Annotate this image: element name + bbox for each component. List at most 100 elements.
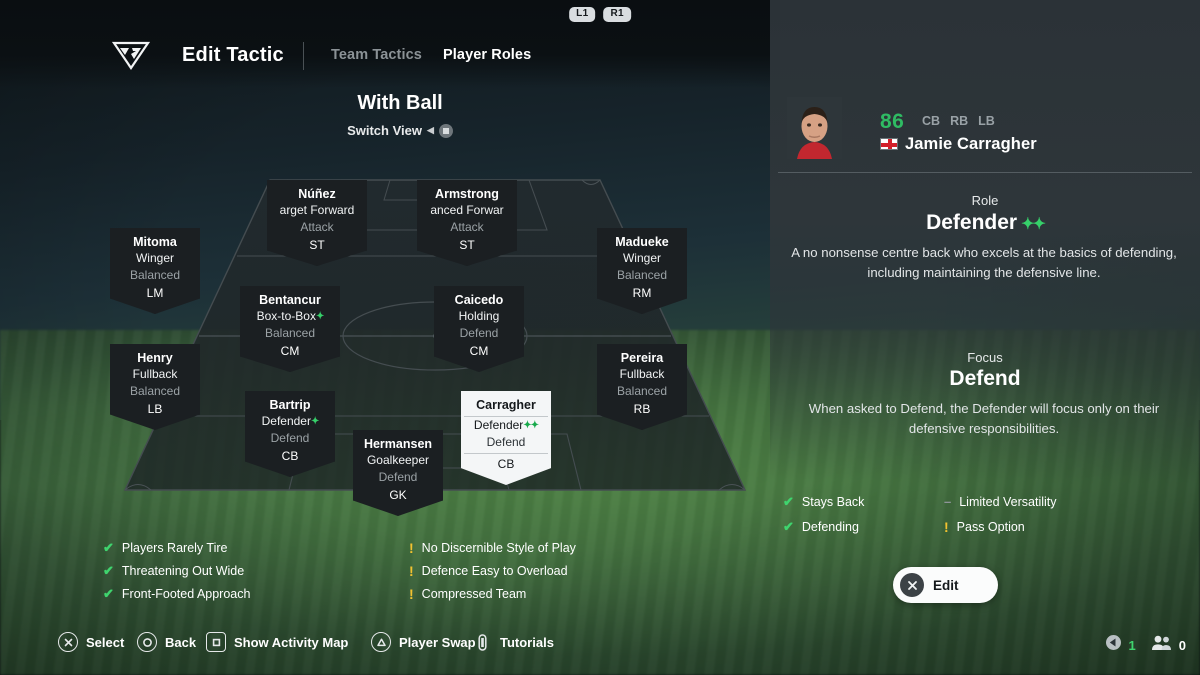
player-role: Box-to-Box✦: [243, 308, 337, 325]
player-name: Armstrong: [435, 187, 499, 201]
player-name: Carragher: [464, 398, 548, 417]
player-position: CB: [281, 449, 299, 463]
player-focus: Attack: [300, 220, 334, 234]
tactic-label: Compressed Team: [421, 587, 527, 601]
player-card-nunez[interactable]: Núñez arget Forward Attack ST: [267, 180, 367, 266]
player-card-carragher[interactable]: Carragher Defender✦✦ Defend CB: [461, 391, 551, 485]
player-position: CM: [280, 344, 300, 358]
check-icon: ✔: [783, 494, 794, 509]
player-name: Caicedo: [454, 293, 504, 307]
player-position: LM: [146, 286, 164, 300]
trait-label: Defending: [801, 520, 859, 534]
player-card-bartrip[interactable]: Bartrip Defender✦ Defend CB: [245, 391, 335, 477]
triangle-button-icon: [371, 632, 391, 652]
check-icon: ✔: [783, 519, 794, 534]
player-role: arget Forward: [279, 203, 355, 217]
player-name: Bartrip: [269, 398, 311, 412]
hint-tutorials[interactable]: Tutorials: [472, 632, 554, 652]
role-plus-icon: ✦: [315, 311, 324, 322]
player-name: Hermansen: [363, 437, 433, 451]
player-position: RB: [633, 402, 651, 416]
player-card-pereira[interactable]: Pereira Fullback Balanced RB: [597, 344, 687, 430]
trait-defending: ✔ Defending: [783, 519, 859, 535]
player-name: Núñez: [298, 187, 336, 201]
tab-player-roles[interactable]: Player Roles: [443, 47, 531, 63]
role-plus-icon: ✦: [310, 416, 319, 427]
player-full-name: Jamie Carragher: [905, 135, 1037, 153]
bumper-r1[interactable]: R1: [603, 7, 631, 22]
hint-label: Show Activity Map: [234, 634, 349, 650]
edit-button-label: Edit: [933, 577, 959, 593]
player-focus: Balanced: [129, 268, 181, 282]
role-value-text: Defender: [926, 211, 1018, 234]
player-role: anced Forwar: [430, 203, 504, 217]
switch-view-button[interactable]: Switch View ◀: [0, 123, 800, 138]
bumper-hints: L1 R1: [569, 7, 631, 22]
role-description: A no nonsense centre back who excels at …: [791, 245, 1177, 280]
player-card-madueke[interactable]: Madueke Winger Balanced RM: [597, 228, 687, 314]
player-focus: Defend: [378, 470, 418, 484]
tactic-label: Threatening Out Wide: [121, 564, 245, 578]
tactic-positive-2: ✔ Threatening Out Wide: [103, 563, 244, 579]
check-icon: ✔: [103, 540, 114, 555]
player-role: Winger: [622, 251, 661, 265]
player-focus: Defend: [459, 326, 499, 340]
circle-button-icon: [137, 632, 157, 652]
role-plus-icon: ✦✦: [523, 420, 539, 431]
tactic-label: Players Rarely Tire: [121, 541, 228, 555]
hint-select[interactable]: Select: [58, 632, 124, 652]
role-plus-icon: ✦✦: [1021, 216, 1046, 233]
focus-label: Focus: [967, 350, 1003, 365]
role-label: Role: [971, 193, 999, 208]
options-button-icon: [472, 632, 492, 652]
player-card-hermansen[interactable]: Hermansen Goalkeeper Defend GK: [353, 430, 443, 516]
player-card-caicedo[interactable]: Caicedo Holding Defend CM: [434, 286, 524, 372]
tactic-warning-3: ! Compressed Team: [409, 586, 526, 602]
player-focus: Defend: [270, 431, 310, 445]
tactic-warning-2: ! Defence Easy to Overload: [409, 563, 568, 579]
nav-divider: [303, 42, 304, 70]
hint-show-activity-map[interactable]: Show Activity Map: [206, 632, 348, 652]
page-title: Edit Tactic: [182, 44, 284, 66]
warning-icon: !: [409, 586, 414, 602]
player-role: Defender✦✦: [464, 417, 548, 434]
player-focus: Balanced: [616, 384, 668, 398]
panel-divider: [778, 172, 1192, 173]
player-focus: Attack: [450, 220, 484, 234]
tactic-warning-1: ! No Discernible Style of Play: [409, 540, 576, 556]
player-name: Pereira: [620, 351, 664, 365]
tactic-positive-3: ✔ Front-Footed Approach: [103, 586, 250, 602]
hint-player-swap[interactable]: Player Swap: [371, 632, 476, 652]
warning-icon: !: [944, 519, 949, 535]
player-focus: Balanced: [616, 268, 668, 282]
player-card-armstrong[interactable]: Armstrong anced Forwar Attack ST: [417, 180, 517, 266]
cross-button-icon: [58, 632, 78, 652]
hint-back[interactable]: Back: [137, 632, 196, 652]
player-role: Holding: [458, 309, 500, 323]
player-role: Defender✦: [248, 413, 332, 430]
trait-pass-option: ! Pass Option: [944, 519, 1025, 535]
tab-team-tactics[interactable]: Team Tactics: [331, 47, 422, 63]
player-name: Bentancur: [259, 293, 321, 307]
player-role: Goalkeeper: [366, 453, 430, 467]
tactic-label: No Discernible Style of Play: [421, 541, 576, 555]
tactic-positive-1: ✔ Players Rarely Tire: [103, 540, 228, 556]
player-card-mitoma[interactable]: Mitoma Winger Balanced LM: [110, 228, 200, 314]
focus-value: Defend: [949, 367, 1021, 390]
trait-limited-versatility: – Limited Versatility: [944, 494, 1057, 509]
role-value: Defender ✦✦: [770, 211, 1200, 235]
position-alt-2: LB: [978, 114, 995, 128]
player-name: Mitoma: [133, 235, 177, 249]
player-position: GK: [389, 488, 407, 502]
bumper-l1[interactable]: L1: [569, 7, 596, 22]
player-card-henry[interactable]: Henry Fullback Balanced LB: [110, 344, 200, 430]
hint-label: Player Swap: [399, 634, 476, 650]
player-position: CM: [469, 344, 489, 358]
tactic-label: Front-Footed Approach: [121, 587, 251, 601]
counter-value-2: 0: [1178, 637, 1186, 653]
hint-label: Select: [86, 634, 125, 650]
england-flag-icon: [880, 138, 898, 150]
player-rating: 86: [880, 110, 905, 133]
edit-button[interactable]: Edit: [893, 567, 998, 603]
player-card-bentancur[interactable]: Bentancur Box-to-Box✦ Balanced CM: [240, 286, 340, 372]
